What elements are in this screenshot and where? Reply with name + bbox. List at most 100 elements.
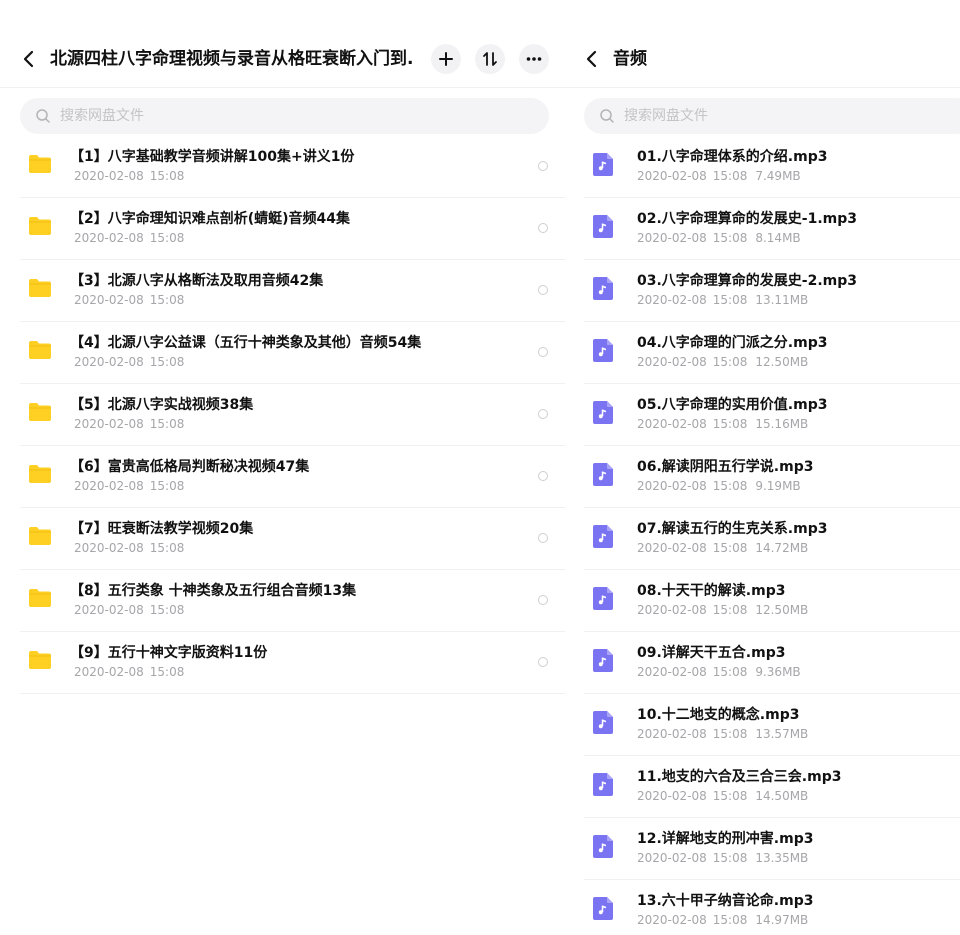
folder-row[interactable]: 【3】北源八字从格断法及取用音频42集 2020-02-08 15:08 — [0, 260, 565, 322]
audio-file-row[interactable]: 11.地支的六合及三合三会.mp3 2020-02-08 15:08 14.50MB — [565, 756, 960, 818]
modified-time: 15:08 — [712, 479, 748, 493]
modified-date: 2020-02-08 — [637, 789, 707, 803]
folder-row[interactable]: 【6】富贵高低格局判断秘决视频47集 2020-02-08 15:08 — [0, 446, 565, 508]
select-checkbox[interactable] — [538, 347, 548, 357]
folder-row[interactable]: 【7】旺衰断法教学视频20集 2020-02-08 15:08 — [0, 508, 565, 570]
file-size: 13.57MB — [755, 727, 809, 741]
audio-file-row[interactable]: 03.八字命理算命的发展史-2.mp3 2020-02-08 15:08 13.11M… — [565, 260, 960, 322]
select-checkbox[interactable] — [538, 471, 548, 481]
audio-file-row[interactable]: 12.详解地支的刑冲害.mp3 2020-02-08 15:08 13.35MB — [565, 818, 960, 880]
modified-time: 15:08 — [712, 603, 748, 617]
audio-file-row[interactable]: 02.八字命理算命的发展史-1.mp3 2020-02-08 15:08 8.14MB — [565, 198, 960, 260]
more-button[interactable] — [519, 44, 549, 74]
audio-header: 音频 — [565, 0, 960, 88]
audio-file-icon — [593, 773, 613, 796]
modified-date: 2020-02-08 — [637, 851, 707, 865]
folder-name: 【9】五行十神文字版资料11份 — [70, 645, 268, 661]
modified-time: 15:08 — [149, 231, 185, 245]
modified-date: 2020-02-08 — [637, 293, 707, 307]
folder-meta: 2020-02-08 15:08 — [74, 664, 184, 680]
modified-date: 2020-02-08 — [637, 665, 707, 679]
audio-file-icon — [593, 525, 613, 548]
folder-row[interactable]: 【9】五行十神文字版资料11份 2020-02-08 15:08 — [0, 632, 565, 694]
modified-date: 2020-02-08 — [74, 665, 144, 679]
folder-meta: 2020-02-08 15:08 — [74, 416, 184, 432]
search-input[interactable] — [60, 98, 360, 134]
folder-icon — [29, 589, 51, 607]
audio-file-row[interactable]: 09.详解天干五合.mp3 2020-02-08 15:08 9.36MB — [565, 632, 960, 694]
modified-time: 15:08 — [149, 417, 185, 431]
add-button[interactable] — [431, 44, 461, 74]
back-button[interactable] — [585, 46, 605, 72]
folder-icon — [29, 527, 51, 545]
select-checkbox[interactable] — [538, 595, 548, 605]
audio-file-icon — [593, 587, 613, 610]
chevron-left-icon — [23, 50, 34, 68]
modified-time: 15:08 — [712, 417, 748, 431]
folder-row[interactable]: 【4】北源八字公益课（五行十神类象及其他）音频54集 2020-02-08 15:0… — [0, 322, 565, 384]
audio-file-row[interactable]: 05.八字命理的实用价值.mp3 2020-02-08 15:08 15.16MB — [565, 384, 960, 446]
modified-time: 15:08 — [712, 293, 748, 307]
folder-name: 【1】八字基础教学音频讲解100集+讲义1份 — [70, 149, 355, 165]
modified-time: 15:08 — [712, 231, 748, 245]
chevron-left-icon — [586, 50, 597, 68]
file-meta: 2020-02-08 15:08 7.49MB — [637, 168, 801, 184]
file-size: 15.16MB — [755, 417, 809, 431]
folder-row[interactable]: 【2】八字命理知识难点剖析(蜻蜓)音频44集 2020-02-08 15:08 — [0, 198, 565, 260]
search-bar[interactable] — [584, 98, 960, 134]
audio-file-row[interactable]: 04.八字命理的门派之分.mp3 2020-02-08 15:08 12.50MB — [565, 322, 960, 384]
file-size: 9.19MB — [755, 479, 801, 493]
modified-time: 15:08 — [149, 355, 185, 369]
file-size: 12.50MB — [755, 355, 809, 369]
file-size: 9.36MB — [755, 665, 801, 679]
modified-time: 15:08 — [712, 789, 748, 803]
file-meta: 2020-02-08 15:08 14.72MB — [637, 540, 808, 556]
folder-row[interactable]: 【5】北源八字实战视频38集 2020-02-08 15:08 — [0, 384, 565, 446]
modified-date: 2020-02-08 — [74, 355, 144, 369]
select-checkbox[interactable] — [538, 657, 548, 667]
audio-file-row[interactable]: 06.解读阴阳五行学说.mp3 2020-02-08 15:08 9.19MB — [565, 446, 960, 508]
file-meta: 2020-02-08 15:08 12.50MB — [637, 602, 808, 618]
file-meta: 2020-02-08 15:08 14.50MB — [637, 788, 808, 804]
folder-name: 【5】北源八字实战视频38集 — [70, 397, 254, 413]
folder-list: 【1】八字基础教学音频讲解100集+讲义1份 2020-02-08 15:08 【2】… — [0, 136, 565, 694]
audio-file-row[interactable]: 13.六十甲子纳音论命.mp3 2020-02-08 15:08 14.97MB — [565, 880, 960, 935]
file-size: 13.35MB — [755, 851, 809, 865]
file-size: 8.14MB — [755, 231, 801, 245]
file-size: 14.97MB — [755, 913, 809, 927]
search-input[interactable] — [624, 98, 924, 134]
audio-file-list: 01.八字命理体系的介绍.mp3 2020-02-08 15:08 7.49MB 02.… — [565, 136, 960, 935]
sort-button[interactable] — [475, 44, 505, 74]
audio-file-row[interactable]: 10.十二地支的概念.mp3 2020-02-08 15:08 13.57MB — [565, 694, 960, 756]
file-size: 7.49MB — [755, 169, 801, 183]
modified-time: 15:08 — [712, 913, 748, 927]
file-meta: 2020-02-08 15:08 8.14MB — [637, 230, 801, 246]
plus-icon — [439, 52, 453, 66]
audio-file-row[interactable]: 08.十天干的解读.mp3 2020-02-08 15:08 12.50MB — [565, 570, 960, 632]
audio-file-icon — [593, 649, 613, 672]
file-meta: 2020-02-08 15:08 13.11MB — [637, 292, 808, 308]
search-bar[interactable] — [20, 98, 549, 134]
select-checkbox[interactable] — [538, 533, 548, 543]
file-meta: 2020-02-08 15:08 15.16MB — [637, 416, 808, 432]
modified-date: 2020-02-08 — [74, 541, 144, 555]
audio-file-icon — [593, 153, 613, 176]
select-checkbox[interactable] — [538, 161, 548, 171]
audio-file-row[interactable]: 01.八字命理体系的介绍.mp3 2020-02-08 15:08 7.49MB — [565, 136, 960, 198]
folder-row[interactable]: 【1】八字基础教学音频讲解100集+讲义1份 2020-02-08 15:08 — [0, 136, 565, 198]
folder-meta: 2020-02-08 15:08 — [74, 540, 184, 556]
folder-meta: 2020-02-08 15:08 — [74, 168, 184, 184]
modified-time: 15:08 — [712, 355, 748, 369]
audio-file-icon — [593, 463, 613, 486]
folder-row[interactable]: 【8】五行类象 十神类象及五行组合音频13集 2020-02-08 15:08 — [0, 570, 565, 632]
select-checkbox[interactable] — [538, 409, 548, 419]
back-button[interactable] — [22, 46, 42, 72]
page-title: 北源四柱八字命理视频与录音从格旺衰断入门到... — [50, 49, 415, 69]
folder-name: 【4】北源八字公益课（五行十神类象及其他）音频54集 — [70, 335, 422, 351]
modified-date: 2020-02-08 — [637, 231, 707, 245]
folder-name: 【6】富贵高低格局判断秘决视频47集 — [70, 459, 310, 475]
select-checkbox[interactable] — [538, 223, 548, 233]
select-checkbox[interactable] — [538, 285, 548, 295]
audio-file-row[interactable]: 07.解读五行的生克关系.mp3 2020-02-08 15:08 14.72MB — [565, 508, 960, 570]
folder-name: 【8】五行类象 十神类象及五行组合音频13集 — [70, 583, 357, 599]
